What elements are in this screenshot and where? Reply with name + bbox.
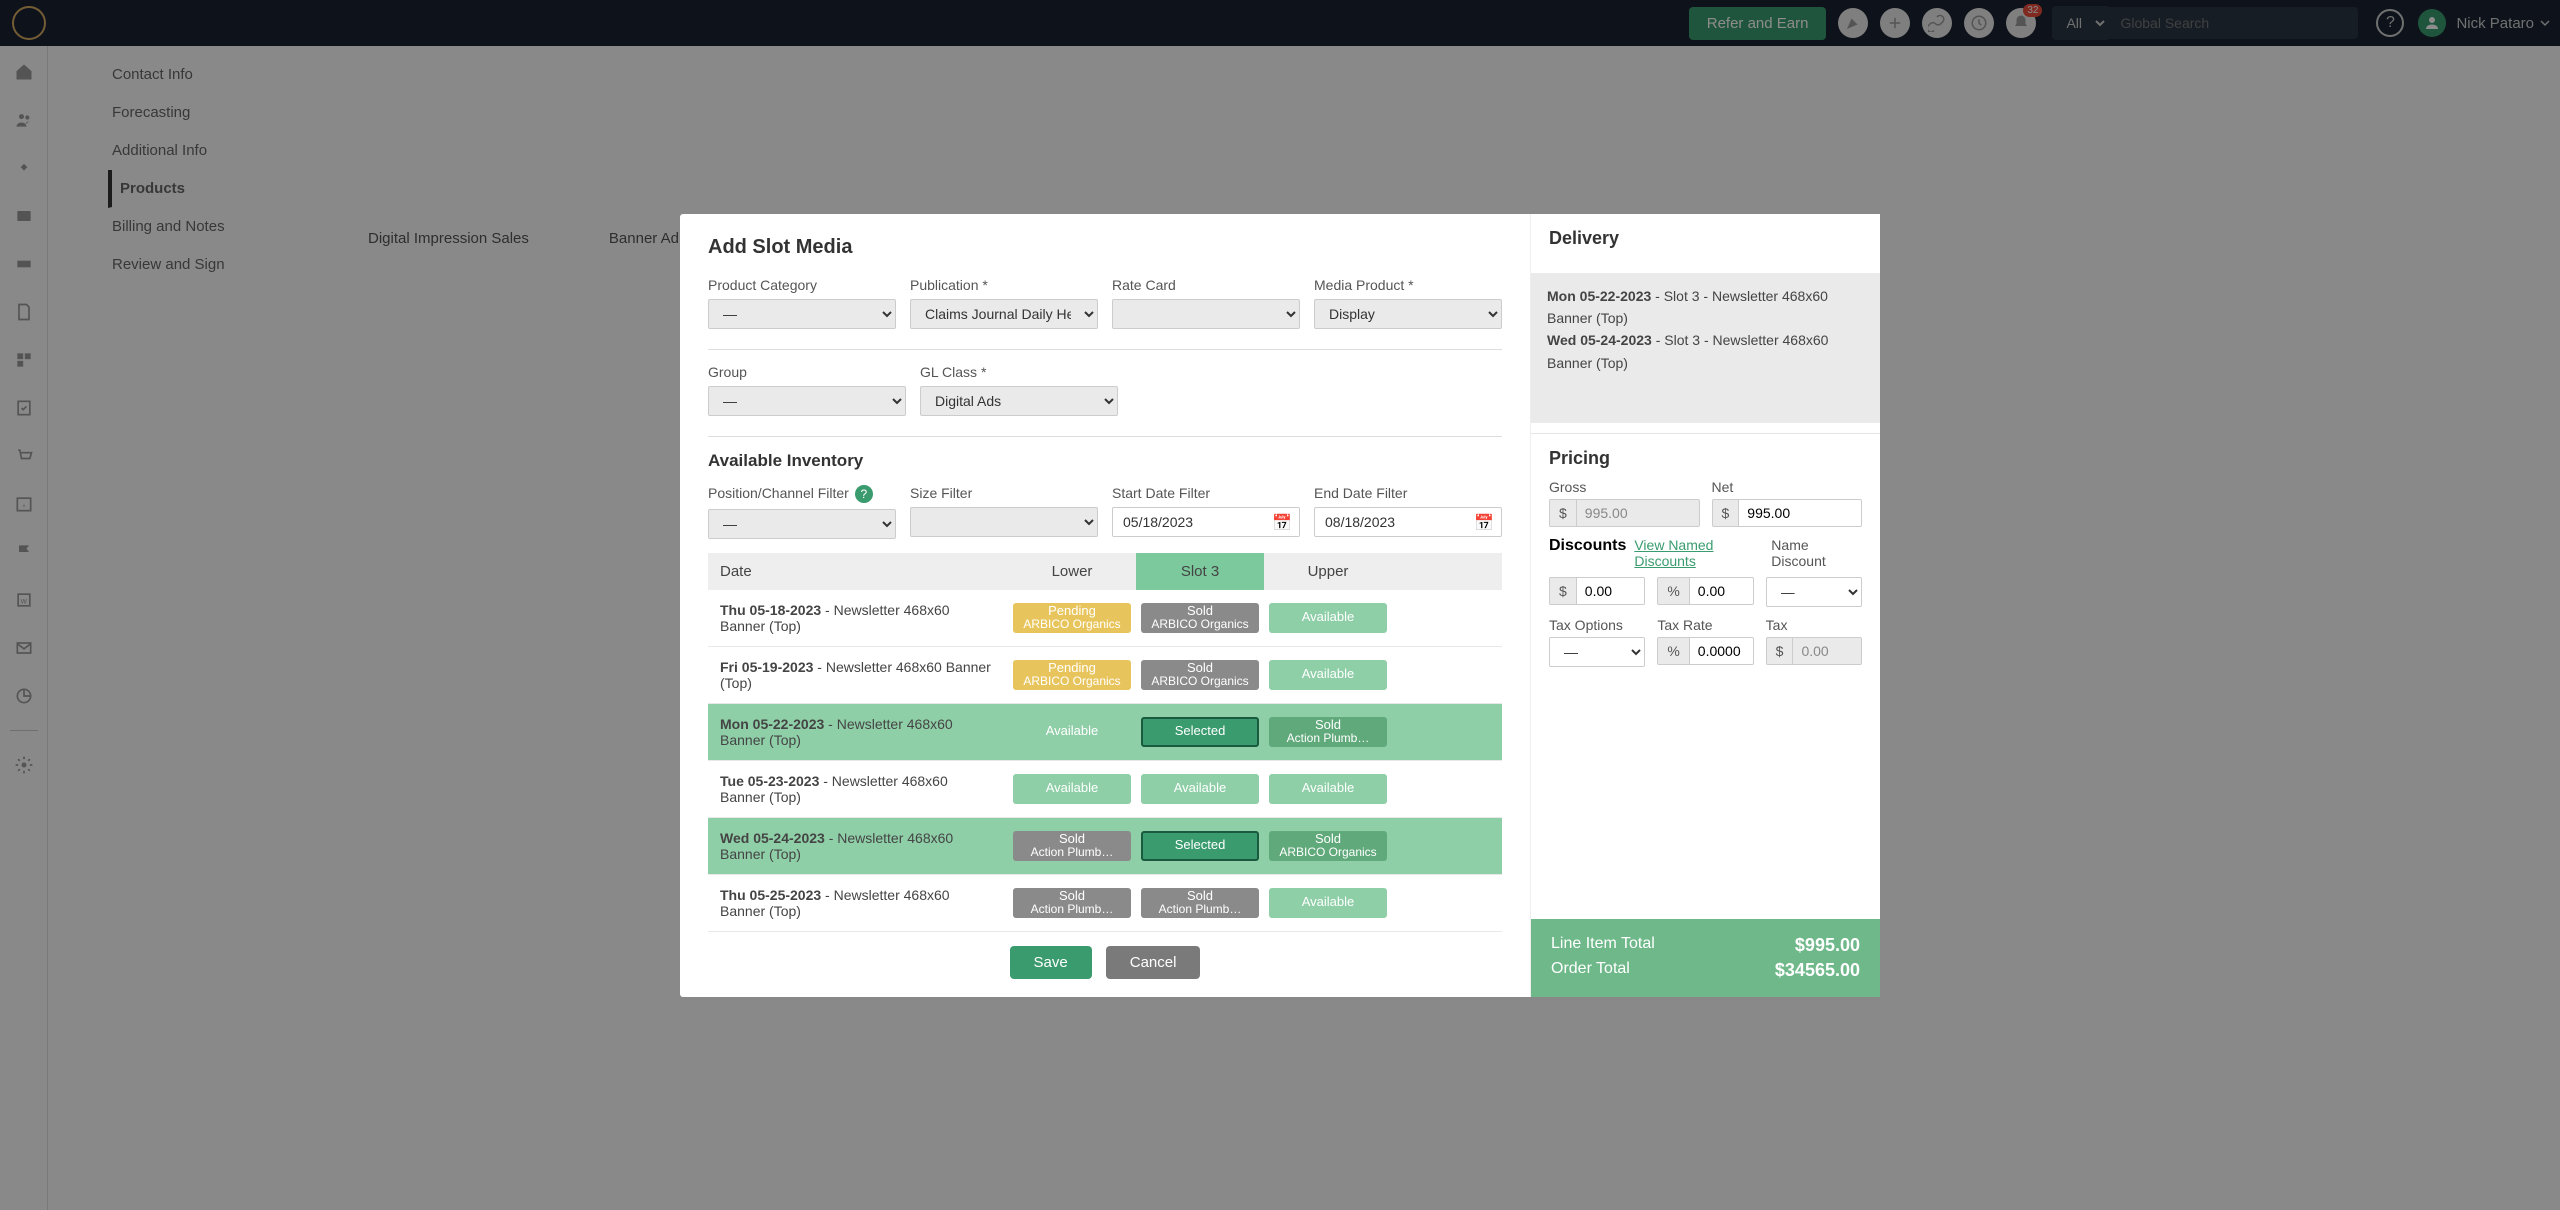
media-product-select[interactable]: Display (1314, 299, 1502, 329)
view-named-discounts-link[interactable]: View Named Discounts (1634, 537, 1771, 569)
inventory-row: Thu 05-25-2023 - Newsletter 468x60 Banne… (708, 875, 1502, 932)
inventory-row: Wed 05-24-2023 - Newsletter 468x60 Banne… (708, 818, 1502, 875)
rate-card-label: Rate Card (1112, 277, 1300, 293)
col-upper: Upper (1264, 553, 1392, 590)
tax-input[interactable] (1792, 637, 1862, 665)
order-total-label: Order Total (1551, 960, 1630, 981)
slot-available[interactable]: Available (1269, 888, 1387, 918)
inventory-date: Mon 05-22-2023 - Newsletter 468x60 Banne… (708, 708, 1008, 756)
calendar-icon[interactable]: 📅 (1474, 513, 1494, 533)
slot-sold[interactable]: SoldARBICO Organics (1141, 603, 1259, 633)
modal-right-panel: Delivery Mon 05-22-2023 - Slot 3 - Newsl… (1530, 214, 1880, 997)
inventory-date: Fri 05-19-2023 - Newsletter 468x60 Banne… (708, 651, 1008, 699)
tax-options-select[interactable]: — (1549, 637, 1645, 667)
slot-available[interactable]: Available (1269, 660, 1387, 690)
slot-sold[interactable]: SoldAction Plumb… (1013, 831, 1131, 861)
publication-select[interactable]: Claims Journal Daily Headlines (910, 299, 1098, 329)
delivery-item: Mon 05-22-2023 - Slot 3 - Newsletter 468… (1547, 285, 1864, 330)
tax-options-label: Tax Options (1549, 617, 1645, 633)
slot-available[interactable]: Available (1013, 774, 1131, 804)
tax-label: Tax (1766, 617, 1862, 633)
product-category-select[interactable]: — (708, 299, 896, 329)
inventory-row: Tue 05-23-2023 - Newsletter 468x60 Banne… (708, 761, 1502, 818)
inventory-date: Thu 05-25-2023 - Newsletter 468x60 Banne… (708, 879, 1008, 927)
delivery-item: Wed 05-24-2023 - Slot 3 - Newsletter 468… (1547, 329, 1864, 374)
add-slot-media-modal: ✕ Add Slot Media Product Category— Publi… (680, 214, 1880, 997)
delivery-title: Delivery (1549, 228, 1862, 249)
inventory-date: Thu 05-18-2023 - Newsletter 468x60 Banne… (708, 594, 1008, 642)
net-label: Net (1712, 479, 1863, 495)
pricing-title: Pricing (1549, 448, 1862, 469)
line-item-total-label: Line Item Total (1551, 935, 1655, 956)
inventory-header: Date Lower Slot 3 Upper (708, 553, 1502, 590)
discounts-label: Discounts (1549, 537, 1626, 555)
position-filter-label: Position/Channel Filter? (708, 485, 896, 503)
size-filter-label: Size Filter (910, 485, 1098, 501)
net-input[interactable] (1738, 499, 1862, 527)
slot-pending[interactable]: PendingARBICO Organics (1013, 603, 1131, 633)
inventory-row: Thu 05-18-2023 - Newsletter 468x60 Banne… (708, 590, 1502, 647)
slot-sold-green[interactable]: SoldARBICO Organics (1269, 831, 1387, 861)
discount-percent-input[interactable] (1689, 577, 1754, 605)
col-lower: Lower (1008, 553, 1136, 590)
inventory-date: Wed 05-24-2023 - Newsletter 468x60 Banne… (708, 822, 1008, 870)
slot-sold-green[interactable]: SoldAction Plumb… (1269, 717, 1387, 747)
line-item-total-value: $995.00 (1795, 935, 1860, 956)
rate-card-select[interactable] (1112, 299, 1300, 329)
col-date: Date (708, 553, 1008, 590)
col-slot3: Slot 3 (1136, 553, 1264, 590)
inventory-date: Tue 05-23-2023 - Newsletter 468x60 Banne… (708, 765, 1008, 813)
inventory-row: Mon 05-22-2023 - Newsletter 468x60 Banne… (708, 704, 1502, 761)
inventory-table: Date Lower Slot 3 Upper Thu 05-18-2023 -… (708, 553, 1502, 932)
slot-available[interactable]: Available (1141, 774, 1259, 804)
name-discount-select[interactable]: — (1766, 577, 1862, 607)
calendar-icon[interactable]: 📅 (1272, 513, 1292, 533)
slot-selected[interactable]: Selected (1141, 717, 1259, 747)
modal-overlay: ✕ Add Slot Media Product Category— Publi… (0, 0, 2560, 1210)
position-filter-select[interactable]: — (708, 509, 896, 539)
end-date-label: End Date Filter (1314, 485, 1502, 501)
media-product-label: Media Product * (1314, 277, 1502, 293)
slot-selected[interactable]: Selected (1141, 831, 1259, 861)
delivery-box: Mon 05-22-2023 - Slot 3 - Newsletter 468… (1531, 273, 1880, 423)
slot-pending[interactable]: PendingARBICO Organics (1013, 660, 1131, 690)
size-filter-select[interactable] (910, 507, 1098, 537)
slot-sold[interactable]: SoldAction Plumb… (1141, 888, 1259, 918)
discount-amount-input[interactable] (1576, 577, 1646, 605)
gross-input[interactable] (1576, 499, 1700, 527)
cancel-button[interactable]: Cancel (1106, 946, 1201, 979)
product-category-label: Product Category (708, 277, 896, 293)
slot-sold[interactable]: SoldAction Plumb… (1013, 888, 1131, 918)
tax-rate-label: Tax Rate (1657, 617, 1753, 633)
totals-bar: Line Item Total $995.00 Order Total $34565… (1531, 919, 1880, 997)
tax-rate-input[interactable] (1689, 637, 1754, 665)
modal-title: Add Slot Media (708, 236, 1502, 259)
slot-available[interactable]: Available (1269, 603, 1387, 633)
available-inventory-title: Available Inventory (708, 451, 1502, 471)
inventory-row: Fri 05-19-2023 - Newsletter 468x60 Banne… (708, 647, 1502, 704)
slot-available[interactable]: Available (1269, 774, 1387, 804)
gl-class-label: GL Class * (920, 364, 1118, 380)
help-tip-icon[interactable]: ? (855, 485, 873, 503)
group-label: Group (708, 364, 906, 380)
slot-sold[interactable]: SoldARBICO Organics (1141, 660, 1259, 690)
gross-label: Gross (1549, 479, 1700, 495)
order-total-value: $34565.00 (1775, 960, 1860, 981)
name-discount-label: Name Discount (1771, 537, 1862, 569)
publication-label: Publication * (910, 277, 1098, 293)
start-date-label: Start Date Filter (1112, 485, 1300, 501)
gl-class-select[interactable]: Digital Ads (920, 386, 1118, 416)
save-button[interactable]: Save (1010, 946, 1092, 979)
slot-available[interactable]: Available (1013, 717, 1131, 747)
group-select[interactable]: — (708, 386, 906, 416)
